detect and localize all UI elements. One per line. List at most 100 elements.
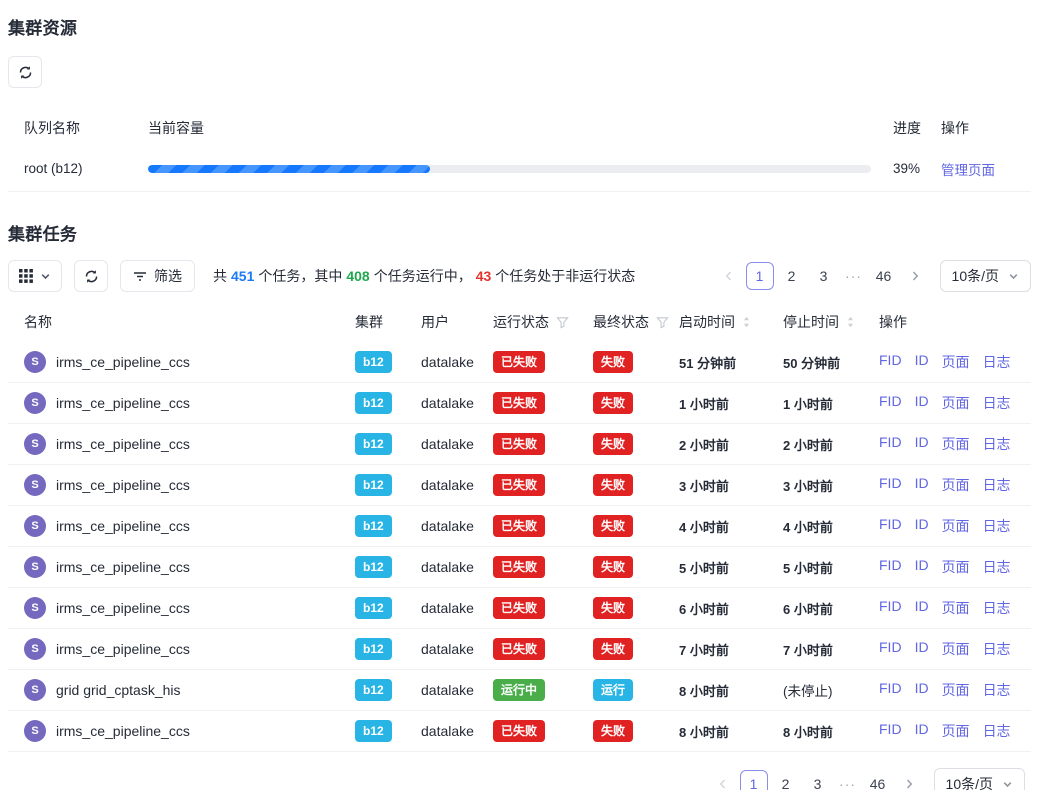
- page-link[interactable]: 页面: [942, 516, 970, 536]
- page-link[interactable]: 页面: [942, 721, 970, 741]
- pagination-page-2[interactable]: 2: [778, 262, 806, 290]
- fid-link[interactable]: FID: [879, 516, 902, 536]
- id-link[interactable]: ID: [915, 516, 929, 536]
- filter-button[interactable]: 筛选: [120, 260, 195, 292]
- task-user: datalake: [421, 559, 493, 575]
- page-link[interactable]: 页面: [942, 680, 970, 700]
- stop-time: 4 小时前: [783, 517, 879, 536]
- log-link[interactable]: 日志: [983, 680, 1011, 700]
- manage-page-link[interactable]: 管理页面: [941, 163, 995, 178]
- pagination-prev[interactable]: [710, 770, 736, 790]
- pagination-page-1[interactable]: 1: [746, 262, 774, 290]
- tasks-toolbar: 筛选 共451个任务，其中408个任务运行中，43个任务处于非运行状态 123·…: [8, 260, 1031, 292]
- log-link[interactable]: 日志: [983, 516, 1011, 536]
- cluster-tasks-title: 集群任务: [8, 220, 1031, 245]
- pagination-prev[interactable]: [716, 262, 742, 290]
- fid-link[interactable]: FID: [879, 352, 902, 372]
- task-avatar: S: [24, 556, 46, 578]
- final-status-badge: 失败: [593, 474, 633, 496]
- page-link[interactable]: 页面: [942, 475, 970, 495]
- id-link[interactable]: ID: [915, 680, 929, 700]
- log-link[interactable]: 日志: [983, 475, 1011, 495]
- id-link[interactable]: ID: [915, 393, 929, 413]
- pagination-page-46[interactable]: 46: [870, 262, 898, 290]
- task-user: datalake: [421, 354, 493, 370]
- log-link[interactable]: 日志: [983, 598, 1011, 618]
- log-link[interactable]: 日志: [983, 434, 1011, 454]
- start-time: 8 小时前: [679, 681, 783, 700]
- id-link[interactable]: ID: [915, 475, 929, 495]
- log-link[interactable]: 日志: [983, 352, 1011, 372]
- stop-time: (未停止): [783, 680, 879, 700]
- pagination-page-46[interactable]: 46: [864, 770, 892, 790]
- fid-link[interactable]: FID: [879, 434, 902, 454]
- pagination-ellipsis[interactable]: ···: [836, 776, 860, 790]
- run-status-badge: 已失败: [493, 474, 545, 496]
- sorter-icon[interactable]: [846, 315, 855, 329]
- col-start-time: 启动时间: [679, 312, 783, 332]
- task-row: S irms_ce_pipeline_ccs b12 datalake 已失败 …: [8, 383, 1031, 424]
- fid-link[interactable]: FID: [879, 680, 902, 700]
- pagination-next[interactable]: [896, 770, 922, 790]
- cluster-badge: b12: [355, 351, 392, 373]
- log-link[interactable]: 日志: [983, 639, 1011, 659]
- sorter-icon[interactable]: [742, 315, 751, 329]
- pagination-page-3[interactable]: 3: [810, 262, 838, 290]
- col-run-status: 运行状态: [493, 312, 593, 332]
- final-status-badge: 失败: [593, 515, 633, 537]
- fid-link[interactable]: FID: [879, 598, 902, 618]
- id-link[interactable]: ID: [915, 557, 929, 577]
- page-size-select[interactable]: 10条/页: [940, 260, 1031, 292]
- id-link[interactable]: ID: [915, 434, 929, 454]
- task-avatar: S: [24, 720, 46, 742]
- task-row: S irms_ce_pipeline_ccs b12 datalake 已失败 …: [8, 506, 1031, 547]
- run-status-badge: 已失败: [493, 515, 545, 537]
- filter-funnel-icon[interactable]: [656, 316, 669, 329]
- chevron-down-icon: [1008, 271, 1019, 282]
- pagination-next[interactable]: [902, 262, 928, 290]
- cluster-badge: b12: [355, 638, 392, 660]
- run-status-badge: 已失败: [493, 597, 545, 619]
- column-settings-dropdown[interactable]: [8, 260, 62, 292]
- pagination-ellipsis[interactable]: ···: [842, 268, 866, 284]
- final-status-badge: 失败: [593, 720, 633, 742]
- page-link[interactable]: 页面: [942, 557, 970, 577]
- task-row: S grid grid_cptask_his b12 datalake 运行中 …: [8, 670, 1031, 711]
- task-user: datalake: [421, 477, 493, 493]
- page-link[interactable]: 页面: [942, 434, 970, 454]
- log-link[interactable]: 日志: [983, 557, 1011, 577]
- task-user: datalake: [421, 723, 493, 739]
- page-link[interactable]: 页面: [942, 639, 970, 659]
- fid-link[interactable]: FID: [879, 721, 902, 741]
- start-time: 51 分钟前: [679, 353, 783, 372]
- task-row: S irms_ce_pipeline_ccs b12 datalake 已失败 …: [8, 711, 1031, 752]
- log-link[interactable]: 日志: [983, 393, 1011, 413]
- resources-refresh-button[interactable]: [8, 56, 42, 88]
- start-time: 3 小时前: [679, 476, 783, 495]
- stop-time: 8 小时前: [783, 722, 879, 741]
- log-link[interactable]: 日志: [983, 721, 1011, 741]
- pagination-page-2[interactable]: 2: [772, 770, 800, 790]
- pagination-page-1[interactable]: 1: [740, 770, 768, 790]
- cluster-badge: b12: [355, 597, 392, 619]
- page-link[interactable]: 页面: [942, 352, 970, 372]
- fid-link[interactable]: FID: [879, 393, 902, 413]
- fid-link[interactable]: FID: [879, 557, 902, 577]
- pagination-page-3[interactable]: 3: [804, 770, 832, 790]
- id-link[interactable]: ID: [915, 639, 929, 659]
- start-time: 1 小时前: [679, 394, 783, 413]
- page-link[interactable]: 页面: [942, 598, 970, 618]
- tasks-refresh-button[interactable]: [74, 260, 108, 292]
- run-status-badge: 已失败: [493, 638, 545, 660]
- id-link[interactable]: ID: [915, 352, 929, 372]
- id-link[interactable]: ID: [915, 721, 929, 741]
- task-name: irms_ce_pipeline_ccs: [56, 518, 190, 534]
- fid-link[interactable]: FID: [879, 475, 902, 495]
- filter-funnel-icon[interactable]: [556, 316, 569, 329]
- id-link[interactable]: ID: [915, 598, 929, 618]
- tasks-table: 名称 集群 用户 运行状态 最终状态 启动时间 停止时间 操作: [8, 302, 1031, 752]
- stop-time: 1 小时前: [783, 394, 879, 413]
- page-link[interactable]: 页面: [942, 393, 970, 413]
- page-size-select[interactable]: 10条/页: [934, 768, 1025, 790]
- fid-link[interactable]: FID: [879, 639, 902, 659]
